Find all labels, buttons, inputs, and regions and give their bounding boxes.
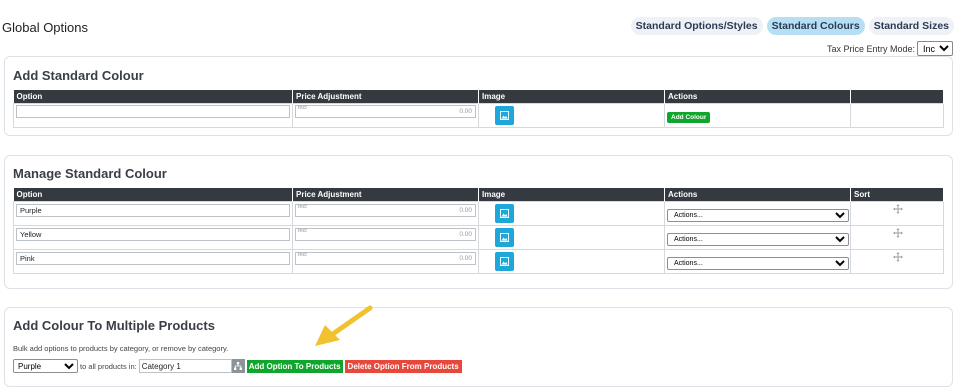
image-upload-button[interactable] bbox=[495, 203, 514, 223]
tax-mode-label: Tax Price Entry Mode: bbox=[826, 43, 915, 54]
tax-mode-select[interactable]: Incl bbox=[917, 41, 953, 56]
tab-bar: Standard Options/Styles Standard Colours… bbox=[630, 17, 954, 35]
price-adjustment-input[interactable]: Incl 0.00 bbox=[295, 227, 476, 241]
move-arrows-icon[interactable] bbox=[893, 252, 903, 262]
add-colour-button[interactable]: Add Colour bbox=[667, 112, 711, 123]
tab-standard-options[interactable]: Standard Options/Styles bbox=[630, 17, 763, 35]
price-amount: 0.00 bbox=[459, 230, 472, 238]
price-incl-label: Incl bbox=[298, 227, 307, 234]
bulk-colour-panel: Add Colour To Multiple Products Bulk add… bbox=[4, 307, 953, 387]
bulk-description: Bulk add options to products by category… bbox=[13, 344, 229, 353]
price-adjustment-input[interactable]: Incl 0.00 bbox=[295, 251, 476, 265]
image-icon bbox=[500, 232, 509, 242]
row-actions-select[interactable]: Actions... bbox=[667, 209, 849, 222]
add-colour-title: Add Standard Colour bbox=[13, 68, 144, 83]
add-colour-row: Incl 0.00 Add Colour bbox=[13, 102, 944, 128]
sitemap-icon bbox=[234, 362, 243, 370]
bulk-connector-text: to all products in: bbox=[80, 361, 137, 371]
price-incl-label: Incl bbox=[298, 104, 307, 111]
manage-colour-title: Manage Standard Colour bbox=[13, 166, 167, 181]
col-actions: Actions bbox=[664, 90, 851, 103]
image-upload-button[interactable] bbox=[495, 251, 514, 271]
price-amount: 0.00 bbox=[459, 107, 472, 115]
image-icon bbox=[500, 110, 509, 120]
image-upload-button[interactable] bbox=[495, 105, 514, 125]
col-actions: Actions bbox=[664, 188, 851, 201]
row-actions-select[interactable]: Actions... bbox=[667, 257, 849, 270]
tab-standard-sizes[interactable]: Standard Sizes bbox=[868, 17, 954, 35]
manage-colour-panel: Manage Standard Colour Option Price Adju… bbox=[4, 155, 953, 289]
option-name-input[interactable] bbox=[16, 203, 290, 217]
category-input[interactable] bbox=[138, 359, 232, 373]
image-icon bbox=[500, 256, 509, 266]
colour-select[interactable]: Purple bbox=[13, 359, 78, 373]
col-image: Image bbox=[478, 188, 665, 201]
table-row: Incl 0.00 Actions... bbox=[13, 200, 944, 226]
category-picker-button[interactable] bbox=[231, 359, 245, 373]
delete-option-from-products-button[interactable]: Delete Option From Products bbox=[344, 359, 462, 373]
price-adjustment-input[interactable]: Incl 0.00 bbox=[295, 203, 476, 217]
col-price: Price Adjustment bbox=[292, 90, 479, 103]
table-row: Incl 0.00 Actions... bbox=[13, 248, 944, 274]
new-price-input[interactable]: Incl 0.00 bbox=[295, 104, 476, 118]
bulk-colour-title: Add Colour To Multiple Products bbox=[13, 318, 215, 333]
table-row: Incl 0.00 Actions... bbox=[13, 224, 944, 250]
price-amount: 0.00 bbox=[459, 206, 472, 214]
option-name-input[interactable] bbox=[16, 227, 290, 241]
col-sort: Sort bbox=[850, 188, 944, 201]
col-option: Option bbox=[13, 188, 293, 201]
price-incl-label: Incl bbox=[298, 203, 307, 210]
page-title: Global Options bbox=[2, 20, 88, 35]
col-image: Image bbox=[478, 90, 665, 103]
new-option-input[interactable] bbox=[16, 104, 290, 118]
manage-colour-table: Option Price Adjustment Image Actions So… bbox=[13, 188, 944, 274]
image-upload-button[interactable] bbox=[495, 227, 514, 247]
bulk-controls: Purple to all products in: Add Option To… bbox=[13, 359, 462, 373]
tab-standard-colours[interactable]: Standard Colours bbox=[766, 17, 865, 35]
col-empty bbox=[850, 90, 944, 103]
col-price: Price Adjustment bbox=[292, 188, 479, 201]
tax-mode-row: Tax Price Entry Mode: Incl bbox=[827, 41, 953, 56]
add-option-to-products-button[interactable]: Add Option To Products bbox=[246, 359, 343, 373]
yellow-arrow bbox=[315, 305, 373, 346]
move-arrows-icon[interactable] bbox=[893, 228, 903, 238]
empty-cell bbox=[850, 102, 944, 128]
price-incl-label: Incl bbox=[298, 251, 307, 258]
option-name-input[interactable] bbox=[16, 251, 290, 265]
row-actions-select[interactable]: Actions... bbox=[667, 233, 849, 246]
move-arrows-icon[interactable] bbox=[893, 204, 903, 214]
add-colour-table: Option Price Adjustment Image Actions In… bbox=[13, 90, 944, 128]
add-colour-panel: Add Standard Colour Option Price Adjustm… bbox=[4, 56, 953, 136]
col-option: Option bbox=[13, 90, 293, 103]
image-icon bbox=[500, 208, 509, 218]
price-amount: 0.00 bbox=[459, 254, 472, 262]
